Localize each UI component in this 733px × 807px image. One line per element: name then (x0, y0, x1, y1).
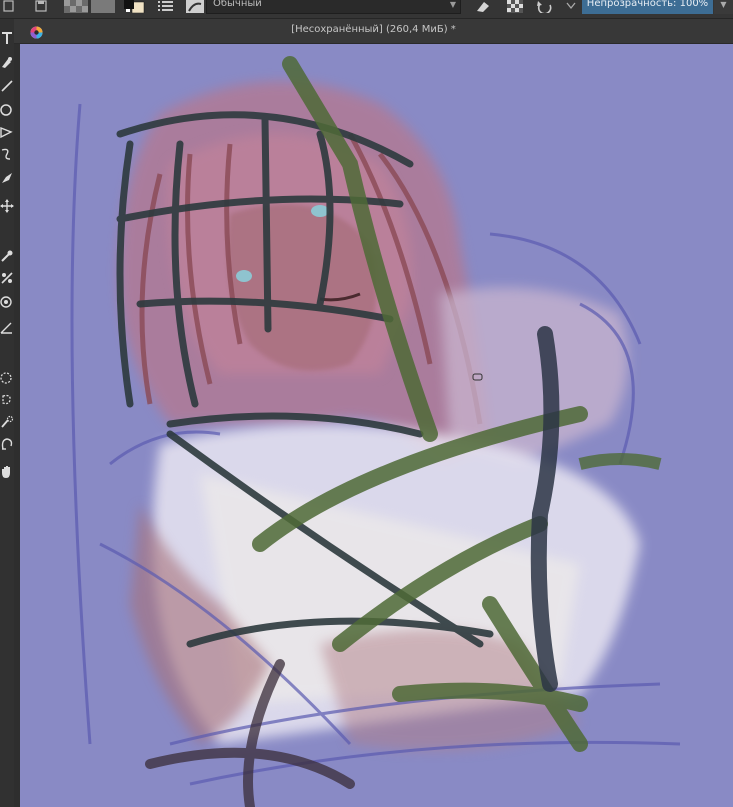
blend-mode-select[interactable]: Обычный ▼ (206, 0, 461, 14)
list-icon[interactable] (157, 0, 175, 13)
similar-select-icon[interactable] (0, 415, 14, 429)
freehand-path-icon[interactable] (0, 147, 14, 161)
toolbox (0, 19, 14, 807)
painting-artwork (20, 44, 733, 807)
pen-tool-icon[interactable] (0, 55, 14, 69)
blend-mode-value: Обычный (213, 0, 262, 9)
ellipse-tool-icon[interactable] (0, 103, 14, 117)
eyedropper-icon[interactable] (0, 249, 14, 263)
gradient-pattern-icon[interactable] (64, 0, 88, 13)
opacity-slider[interactable]: Непрозрачность: 100% (582, 0, 713, 14)
move-tool-icon[interactable] (0, 199, 14, 213)
text-tool-icon[interactable] (0, 31, 14, 45)
opacity-label: Непрозрачность: 100% (586, 0, 709, 9)
fg-bg-color-icon[interactable] (122, 0, 146, 13)
document-title: [Несохранённый] (260,4 МиБ) * (291, 24, 456, 35)
measure-tool-icon[interactable] (0, 321, 14, 335)
top-toolbar: Обычный ▼ Непрозрачность: 100% ▼ (0, 0, 733, 19)
pan-hand-icon[interactable] (0, 465, 14, 479)
save-icon[interactable] (34, 0, 48, 13)
eraser-mode-icon[interactable] (474, 0, 492, 13)
chevron-down-icon: ▼ (720, 0, 727, 9)
assistant-tool-icon[interactable] (0, 295, 14, 309)
drawing-canvas[interactable] (20, 44, 733, 807)
pattern-swatch-icon[interactable] (91, 0, 115, 13)
new-document-icon[interactable] (2, 0, 16, 13)
opacity-dropdown-button[interactable]: ▼ (714, 0, 733, 14)
document-tab[interactable]: [Несохранённый] (260,4 МиБ) * (14, 19, 733, 44)
magnetic-select-icon[interactable] (0, 437, 14, 451)
chevron-down-icon[interactable] (566, 0, 576, 13)
line-tool-icon[interactable] (0, 79, 14, 93)
freehand-select-icon[interactable] (0, 393, 14, 407)
polygon-tool-icon[interactable] (0, 125, 14, 139)
preserve-alpha-icon[interactable] (506, 0, 524, 13)
dynamic-brush-icon[interactable] (0, 171, 14, 185)
smart-patch-icon[interactable] (0, 271, 14, 285)
ellipse-select-icon[interactable] (0, 371, 14, 385)
reload-preset-icon[interactable] (536, 0, 554, 13)
chevron-down-icon: ▼ (449, 0, 456, 9)
brush-preset-icon[interactable] (185, 0, 205, 13)
